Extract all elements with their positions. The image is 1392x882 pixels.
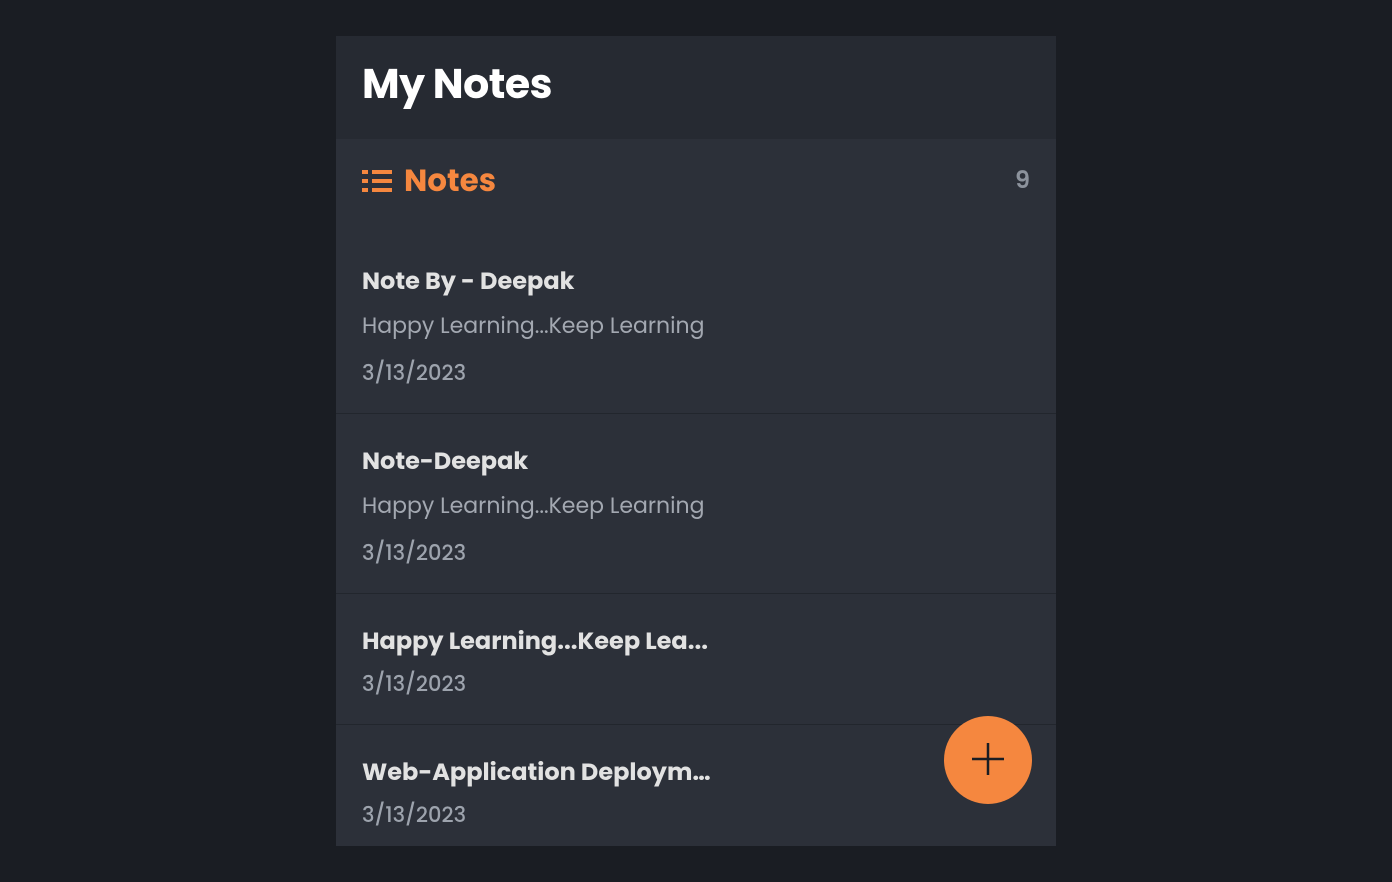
note-body: Happy Learning...Keep Learning — [362, 489, 1030, 522]
note-item[interactable]: Note-Deepak Happy Learning...Keep Learni… — [336, 414, 1056, 594]
notes-panel: My Notes Notes 9 Note By - Deepak Happy … — [336, 36, 1056, 846]
app-title: My Notes — [362, 54, 1030, 115]
app-header: My Notes — [336, 36, 1056, 139]
note-title: Happy Learning...Keep Lea... — [362, 624, 722, 659]
section-header: Notes 9 — [336, 139, 1056, 222]
section-header-left: Notes — [362, 157, 496, 204]
note-date: 3/13/2023 — [362, 358, 1030, 389]
note-body: Happy Learning...Keep Learning — [362, 309, 1030, 342]
add-note-button[interactable] — [944, 716, 1032, 804]
note-date: 3/13/2023 — [362, 669, 1030, 700]
plus-icon — [968, 739, 1008, 782]
note-date: 3/13/2023 — [362, 538, 1030, 569]
note-date: 3/13/2023 — [362, 800, 1030, 831]
note-item[interactable]: Note By - Deepak Happy Learning...Keep L… — [336, 222, 1056, 414]
section-title: Notes — [404, 157, 496, 204]
note-title: Note-Deepak — [362, 444, 722, 479]
note-title: Note By - Deepak — [362, 264, 722, 299]
notes-count: 9 — [1015, 163, 1030, 198]
note-item[interactable]: Happy Learning...Keep Lea... 3/13/2023 — [336, 594, 1056, 725]
note-title: Web-Application Deploymen... — [362, 755, 722, 790]
list-icon — [362, 168, 392, 194]
